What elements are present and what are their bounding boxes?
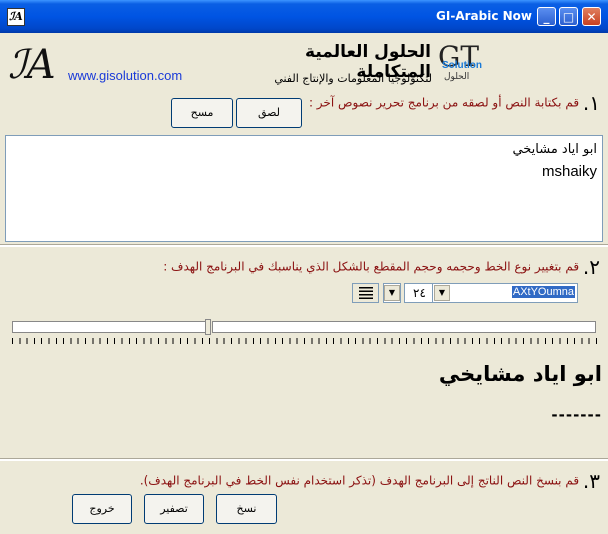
step1-number: ١. bbox=[582, 91, 600, 115]
separator-1 bbox=[0, 244, 608, 247]
step1-instruction: ١. قم بكتابة النص أو لصقه من برنامج تحري… bbox=[309, 91, 600, 115]
chevron-down-icon: ▼ bbox=[384, 285, 400, 301]
step3-text: قم بنسخ النص الناتج إلى البرنامج الهدف (… bbox=[139, 473, 580, 488]
step2-number: ٢. bbox=[582, 255, 600, 279]
step3-number: ٣. bbox=[582, 469, 600, 493]
exit-button[interactable]: خروج bbox=[72, 494, 132, 524]
main-window: ℐA GI-Arabic Now _ □ ✕ ℐA www.gisolution… bbox=[0, 0, 608, 534]
title-bar[interactable]: ℐA GI-Arabic Now _ □ ✕ bbox=[0, 0, 608, 33]
step2-text: قم بتغيير نوع الخط وحجمه وحجم المقطع بال… bbox=[163, 259, 580, 274]
step1-text: قم بكتابة النص أو لصقه من برنامج تحرير ن… bbox=[308, 95, 580, 110]
separator-2 bbox=[0, 458, 608, 461]
input-line-2: mshaiky bbox=[541, 163, 597, 180]
font-size-value: ٢٤ bbox=[413, 286, 426, 300]
logo-solution-text: Solution bbox=[442, 60, 482, 71]
size-slider-track-right[interactable] bbox=[212, 321, 596, 333]
step2-instruction: ٢. قم بتغيير نوع الخط وحجمه وحجم المقطع … bbox=[163, 255, 600, 279]
input-text-area[interactable]: ابو اياد مشايخي mshaiky bbox=[5, 135, 603, 242]
chevron-down-icon: ▼ bbox=[434, 285, 450, 301]
maximize-button[interactable]: □ bbox=[559, 7, 578, 26]
paste-button[interactable]: لصق bbox=[236, 98, 302, 128]
app-icon: ℐA bbox=[7, 8, 25, 26]
close-button[interactable]: ✕ bbox=[582, 7, 601, 26]
font-name-value: AXtYOumna bbox=[511, 286, 575, 298]
alignment-dropdown[interactable]: ▼ bbox=[383, 283, 401, 303]
align-justify-icon bbox=[359, 287, 373, 299]
input-line-1: ابو اياد مشايخي bbox=[512, 142, 597, 157]
company-subtitle: لتكنولوجيا المعلومات والإنتاج الفني bbox=[274, 72, 432, 85]
preview-line-1: ابو اياد مشايخي bbox=[438, 362, 602, 386]
size-slider-thumb[interactable] bbox=[205, 319, 211, 335]
reset-button[interactable]: تصفير bbox=[144, 494, 204, 524]
website-link[interactable]: www.gisolution.com bbox=[68, 68, 182, 83]
minimize-button[interactable]: _ bbox=[537, 7, 556, 26]
company-logo: GT Solution الحلول bbox=[438, 40, 484, 86]
alignment-button[interactable] bbox=[352, 283, 379, 303]
ruler-ticks bbox=[12, 338, 602, 344]
preview-line-2: ------- bbox=[551, 406, 602, 424]
window-title: GI-Arabic Now bbox=[436, 9, 532, 23]
size-slider-track-left[interactable] bbox=[12, 321, 208, 333]
clear-button[interactable]: مسح bbox=[171, 98, 233, 128]
logo-arabic-text: الحلول bbox=[444, 72, 470, 82]
step3-instruction: ٣. قم بنسخ النص الناتج إلى البرنامج الهد… bbox=[140, 469, 600, 493]
app-logo: ℐA bbox=[8, 42, 56, 88]
copy-button[interactable]: نسخ bbox=[216, 494, 277, 524]
font-name-select[interactable]: ▼ AXtYOumna bbox=[432, 283, 578, 303]
